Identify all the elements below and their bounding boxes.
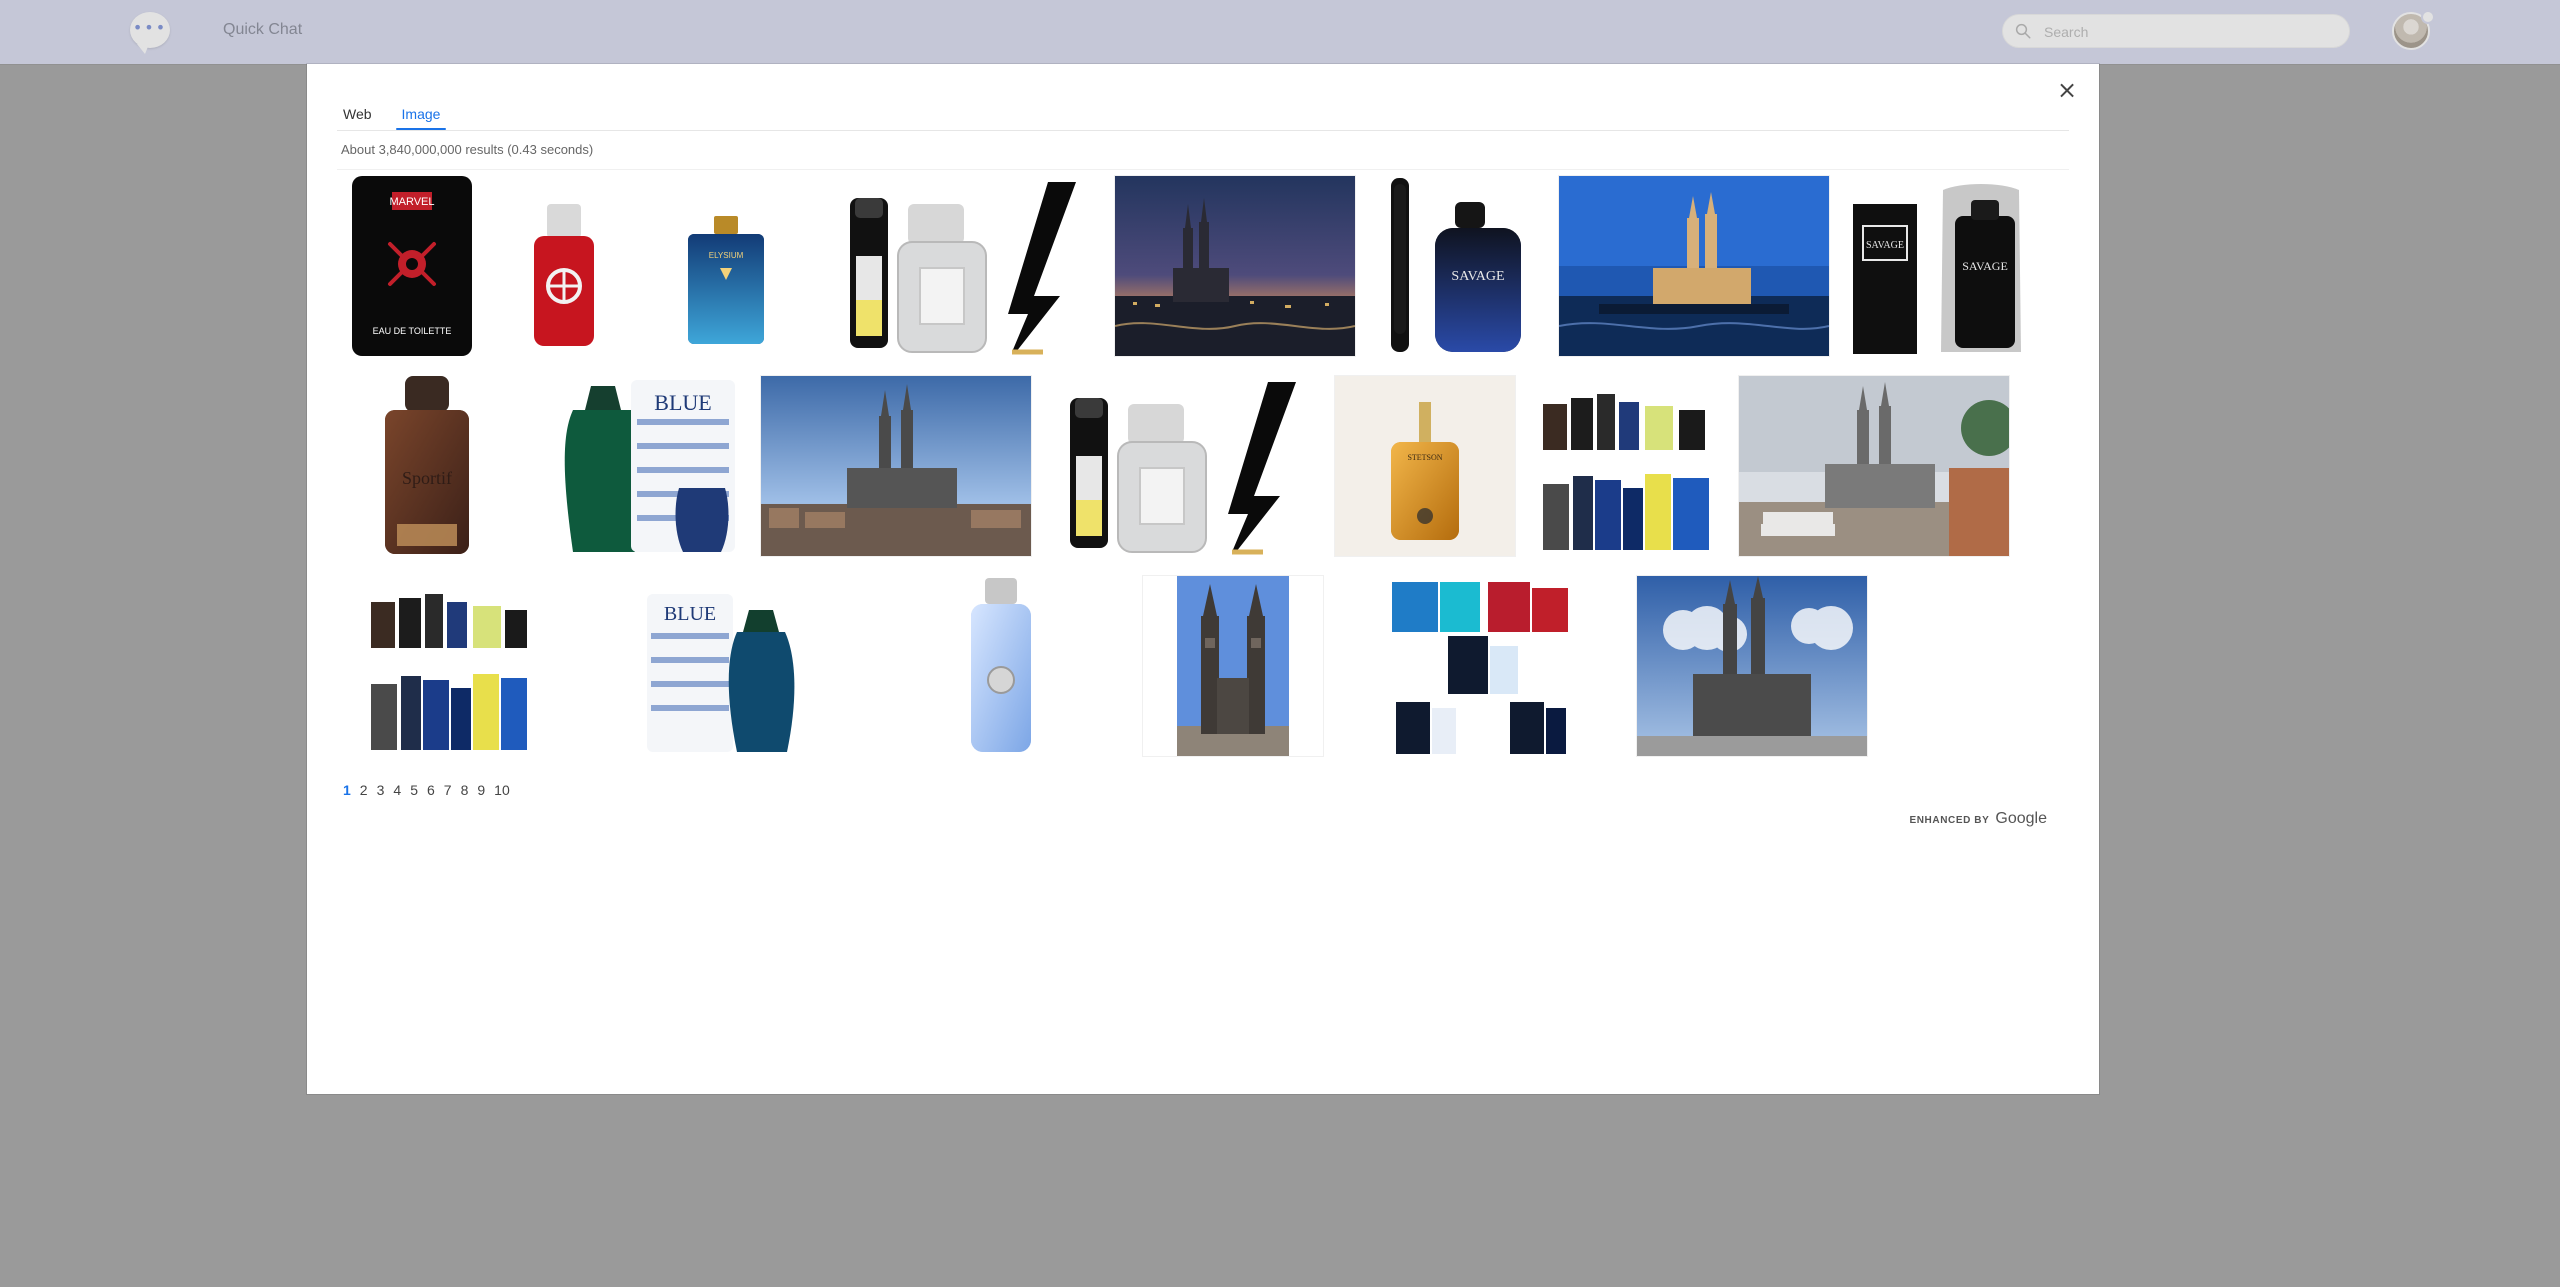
photo-cathedral-square-image xyxy=(1739,376,2009,556)
image-result-tile[interactable] xyxy=(761,376,1031,556)
image-result-tile[interactable] xyxy=(1115,176,1355,356)
savage-pair-label: SAVAGE xyxy=(1962,259,2008,273)
image-result-tile[interactable]: Sportif xyxy=(337,376,517,556)
image-search-modal: × Web Image About 3,840,000,000 results … xyxy=(307,64,2099,1094)
image-result-tile[interactable] xyxy=(1143,576,1323,756)
tabs-divider xyxy=(337,130,2069,131)
status-dot xyxy=(2421,10,2435,24)
image-result-tile[interactable] xyxy=(509,176,619,356)
perfume-set-image xyxy=(1543,394,1709,550)
savage-label: SAVAGE xyxy=(1451,269,1504,284)
image-result-tile[interactable]: BLUE xyxy=(539,376,739,556)
image-row-1: MARVEL EAU DE TOILETTE ELYSIUM SAVAGE SA… xyxy=(337,176,2069,356)
perfume-elysium-image: ELYSIUM xyxy=(688,216,764,344)
perfume-mixed-boxes-image xyxy=(1392,582,1568,754)
photo-city-night-image xyxy=(1115,176,1355,356)
perfume-three-lightning-image xyxy=(850,182,1076,355)
page-9[interactable]: 9 xyxy=(477,782,485,798)
image-result-tile[interactable] xyxy=(1559,176,1829,356)
page-2[interactable]: 2 xyxy=(360,782,368,798)
image-result-tile[interactable] xyxy=(1053,376,1313,556)
photo-cathedral-tall-image xyxy=(1177,576,1289,756)
image-row-2: Sportif BLUE STETSON xyxy=(337,376,2069,556)
elysium-label: ELYSIUM xyxy=(709,251,744,260)
results-tabs: Web Image xyxy=(337,102,447,130)
page-7[interactable]: 7 xyxy=(444,782,452,798)
image-result-tile[interactable] xyxy=(833,176,1093,356)
results-stats: About 3,840,000,000 results (0.43 second… xyxy=(341,142,594,157)
search-box[interactable] xyxy=(2002,14,2350,48)
dots-icon: ••• xyxy=(132,18,168,37)
blue-label: BLUE xyxy=(654,390,711,415)
photo-cathedral-blue-image xyxy=(1559,176,1829,356)
stats-divider xyxy=(337,169,2069,170)
perfume-three-lightning-2-image xyxy=(1070,382,1296,555)
image-results-grid: MARVEL EAU DE TOILETTE ELYSIUM SAVAGE SA… xyxy=(337,176,2069,776)
perfume-set-2-image xyxy=(371,594,527,750)
photo-cathedral-sky-image xyxy=(1637,576,1867,756)
page-8[interactable]: 8 xyxy=(461,782,469,798)
page-4[interactable]: 4 xyxy=(393,782,401,798)
image-result-tile[interactable] xyxy=(1537,376,1717,556)
perfume-blue-men-image: BLUE xyxy=(564,380,735,552)
page-1[interactable]: 1 xyxy=(343,782,351,798)
image-result-tile[interactable] xyxy=(1739,376,2009,556)
image-result-tile[interactable]: BLUE xyxy=(579,576,859,756)
page-10[interactable]: 10 xyxy=(494,782,510,798)
tab-web[interactable]: Web xyxy=(337,106,378,130)
svg-text:SAVAGE: SAVAGE xyxy=(1866,240,1904,251)
photo-cathedral-river-image xyxy=(761,376,1031,556)
google-brand-text: Google xyxy=(1995,810,2047,827)
image-result-tile[interactable] xyxy=(1637,576,1867,756)
search-icon xyxy=(2015,23,2031,39)
perfume-stetson-image: STETSON xyxy=(1335,376,1515,556)
close-button[interactable]: × xyxy=(2053,76,2081,104)
page-5[interactable]: 5 xyxy=(410,782,418,798)
perfume-savage-mini-image: SAVAGE xyxy=(1391,178,1521,352)
image-result-tile[interactable] xyxy=(881,576,1121,756)
app-title: Quick Chat xyxy=(223,21,303,38)
perfume-pour-homme-image xyxy=(971,578,1031,752)
image-row-3: BLUE xyxy=(337,576,2069,756)
pagination: 1 2 3 4 5 6 7 8 9 10 xyxy=(343,782,510,798)
perfume-brown-image: Sportif xyxy=(385,376,469,554)
chat-logo[interactable]: ••• xyxy=(130,12,174,56)
page-6[interactable]: 6 xyxy=(427,782,435,798)
image-result-tile[interactable]: SAVAGE xyxy=(1377,176,1537,356)
blue-label-2: BLUE xyxy=(664,603,716,625)
perfume-marvel-image: MARVEL EAU DE TOILETTE xyxy=(352,176,472,356)
image-result-tile[interactable] xyxy=(1345,576,1615,756)
enhanced-by-google: ENHANCED BY Google xyxy=(1909,810,2047,828)
marvel-eau-text: EAU DE TOILETTE xyxy=(373,326,452,336)
marvel-logo-text: MARVEL xyxy=(389,196,434,208)
image-result-tile[interactable]: ELYSIUM xyxy=(641,176,811,356)
tab-image[interactable]: Image xyxy=(395,106,447,130)
search-input[interactable] xyxy=(2042,20,2336,44)
perfume-savage-pair-image: SAVAGE SAVAGE xyxy=(1853,184,2021,354)
top-bar: ••• Quick Chat xyxy=(0,0,2560,64)
perfume-red-image xyxy=(534,204,594,346)
image-result-tile[interactable]: MARVEL EAU DE TOILETTE xyxy=(337,176,487,356)
enhanced-by-text: ENHANCED BY xyxy=(1909,815,1990,826)
image-result-tile[interactable] xyxy=(337,576,557,756)
perfume-blue-men-2-image: BLUE xyxy=(647,594,795,752)
image-result-tile[interactable]: STETSON xyxy=(1335,376,1515,556)
sportif-label: Sportif xyxy=(402,468,452,488)
page-3[interactable]: 3 xyxy=(377,782,385,798)
stetson-label: STETSON xyxy=(1407,453,1442,462)
image-result-tile[interactable]: SAVAGE SAVAGE xyxy=(1851,176,2031,356)
